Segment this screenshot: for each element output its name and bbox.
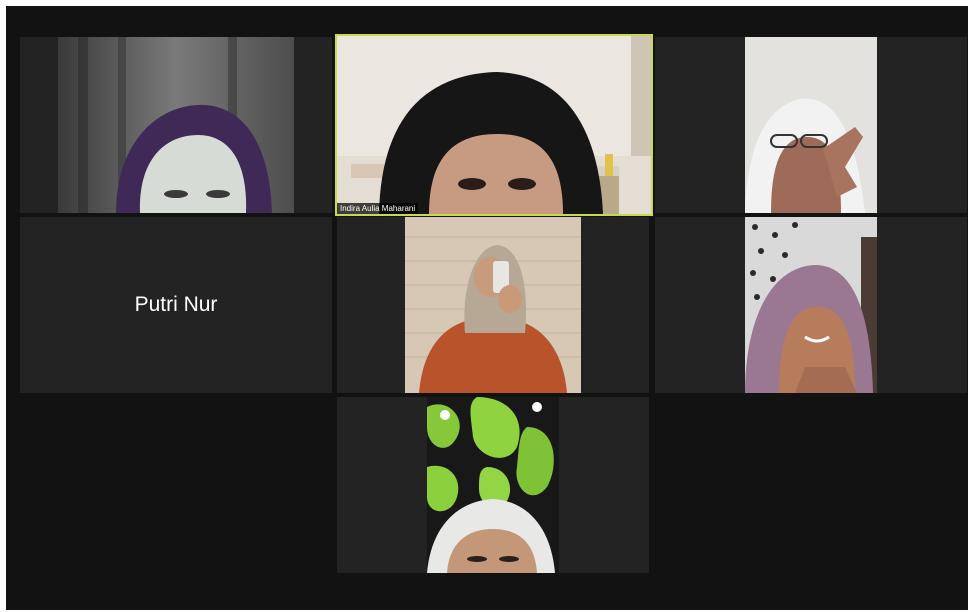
participant-video [337,36,651,214]
participant-tile-2[interactable]: Indira Aulia Maharani [335,34,653,216]
video-frame-graphic [745,217,877,393]
video-frame-graphic [58,37,294,213]
video-frame-graphic [745,37,877,213]
participant-tile-1[interactable] [20,37,332,213]
video-frame-graphic [405,217,581,393]
video-frame-graphic [427,397,559,573]
gallery-view: Indira Aulia Maharani Putri Nur [6,6,968,610]
participant-name-label: Indira Aulia Maharani [337,203,419,214]
participant-name-display: Putri Nur [134,293,218,316]
participant-video [745,217,877,393]
participant-tile-3[interactable] [655,37,967,213]
participant-video [58,37,294,213]
participant-video [405,217,581,393]
participant-video [427,397,559,573]
participant-tile-4[interactable]: Putri Nur [20,217,332,393]
participant-tile-5[interactable] [337,217,649,393]
participant-video [745,37,877,213]
participant-tile-6[interactable] [655,217,967,393]
video-frame-graphic [337,36,651,214]
participant-tile-7[interactable] [337,397,649,573]
